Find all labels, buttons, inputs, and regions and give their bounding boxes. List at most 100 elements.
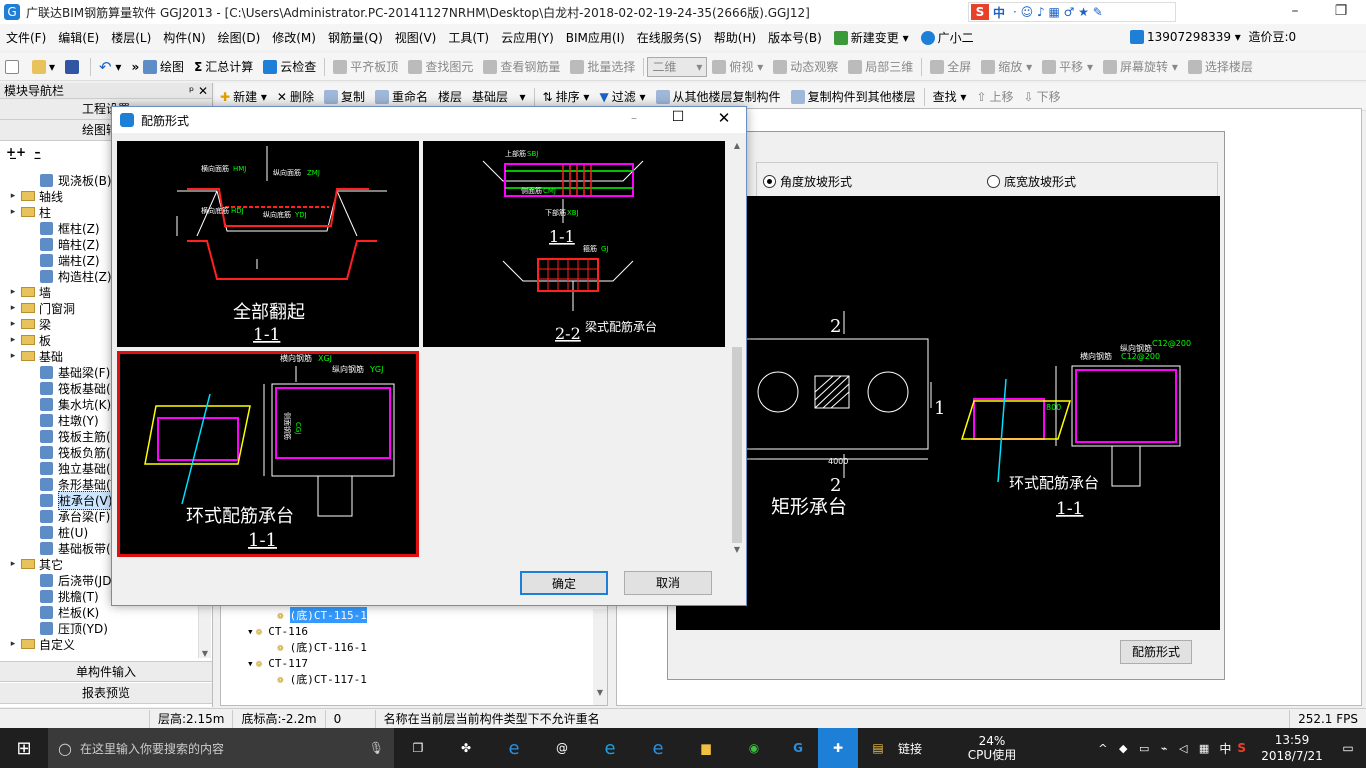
expand-arrow-icon[interactable]: ▸: [8, 303, 18, 313]
sort-button[interactable]: ⇅ 排序 ▾: [538, 88, 595, 105]
expand-arrow-icon[interactable]: ▸: [8, 191, 18, 201]
tree-folder[interactable]: ▸ 梁: [0, 316, 51, 332]
expand-all-icon[interactable]: +̲+: [6, 145, 26, 159]
file-explorer-icon[interactable]: ▆: [682, 741, 730, 755]
ggj-app-icon[interactable]: ✚: [818, 728, 858, 768]
tree-folder[interactable]: ▸ 柱: [0, 204, 51, 220]
dialog-scrollbar[interactable]: ▲ ▼: [730, 141, 744, 557]
tree-folder[interactable]: ▸ 轴线: [0, 188, 63, 204]
option-ring-cap[interactable]: 横向钢筋 XGJ 纵向钢筋 YGJ 侧面钢筋 CGJ 环式配筋承台 1-1: [117, 351, 419, 557]
account-area[interactable]: 13907298339 ▾ 造价豆:0: [1130, 28, 1296, 45]
tree-folder[interactable]: ▸ 基础: [0, 348, 63, 364]
component-scrollbar[interactable]: ▼: [593, 609, 607, 705]
menu-bim[interactable]: BIM应用(I): [560, 29, 631, 46]
tree-item[interactable]: 压顶(YD): [0, 620, 108, 636]
ime-toolbar[interactable]: S 中 · ☺ ♪ ▦ ♂ ★ ✎: [968, 2, 1176, 22]
tree-item[interactable]: 集水坑(K): [0, 396, 111, 412]
tree-folder[interactable]: ▸ 板: [0, 332, 51, 348]
component-row[interactable]: ❁ (底)CT-115-1: [221, 607, 367, 623]
find-element-button[interactable]: 查找图元: [403, 58, 478, 75]
menu-assistant[interactable]: 广小二: [915, 29, 980, 46]
expand-arrow-icon[interactable]: ▸: [8, 351, 18, 361]
tree-item[interactable]: 桩(U): [0, 524, 88, 540]
copy-button[interactable]: 复制: [319, 88, 370, 105]
menu-edit[interactable]: 编辑(E): [52, 29, 105, 46]
browser-360-icon[interactable]: ◉: [730, 741, 778, 755]
filter-button[interactable]: ▼ 过滤 ▾: [594, 88, 650, 105]
rebar-form-button[interactable]: 配筋形式: [1120, 640, 1192, 664]
draw-button[interactable]: » 绘图: [126, 58, 189, 75]
copy-to-floor-button[interactable]: 复制构件到其他楼层: [786, 88, 921, 105]
open-button[interactable]: ▾: [27, 59, 60, 74]
menu-rebar[interactable]: 钢筋量(Q): [322, 29, 389, 46]
collapse-arrow-icon[interactable]: ▾: [247, 657, 254, 670]
menu-modify[interactable]: 修改(M): [266, 29, 322, 46]
scroll-up-icon[interactable]: ▲: [730, 141, 744, 150]
tree-item[interactable]: 后浇带(JD): [0, 572, 116, 588]
tree-item[interactable]: 现浇板(B): [0, 172, 112, 188]
tree-item[interactable]: 暗柱(Z): [0, 236, 100, 252]
tree-item[interactable]: 框柱(Z): [0, 220, 100, 236]
menu-floor[interactable]: 楼层(L): [105, 29, 157, 46]
tray-icons[interactable]: ^ ◆ ▭ ⌁ ◁ ▦: [1098, 742, 1213, 755]
radio-width-slope[interactable]: 底宽放坡形式: [987, 173, 1076, 190]
sum-button[interactable]: Σ 汇总计算: [189, 58, 258, 75]
menu-cloud[interactable]: 云应用(Y): [495, 29, 560, 46]
dialog-close-button[interactable]: ✕: [714, 109, 734, 127]
top-view-button[interactable]: 俯视 ▾: [707, 58, 768, 75]
menu-view[interactable]: 视图(V): [389, 29, 443, 46]
restore-button[interactable]: ❐: [1318, 0, 1364, 24]
scroll-down-icon[interactable]: ▼: [593, 688, 607, 697]
minimize-button[interactable]: –: [1272, 0, 1318, 24]
windows-start-icon[interactable]: ⊞: [0, 738, 48, 759]
tree-item[interactable]: 构造柱(Z): [0, 268, 112, 284]
tree-item[interactable]: 独立基础(D): [0, 460, 125, 476]
option-full-flip[interactable]: 横向面筋 HMJ 纵向面筋 ZMJ 横向底筋 HDJ 纵向底筋 YDJ 全部翻起…: [117, 141, 419, 347]
tree-item[interactable]: 挑檐(T): [0, 588, 99, 604]
scroll-down-icon[interactable]: ▼: [730, 545, 744, 554]
pan-button[interactable]: 平移 ▾: [1037, 58, 1098, 75]
report-preview-button[interactable]: 报表预览: [0, 683, 212, 704]
ok-button[interactable]: 确定: [520, 571, 608, 595]
menu-new-change[interactable]: 新建变更 ▾: [828, 29, 915, 46]
cloud-check-button[interactable]: 云检查: [258, 58, 321, 75]
dialog-maximize-button[interactable]: ☐: [668, 109, 688, 125]
cancel-button[interactable]: 取消: [624, 571, 712, 595]
option-beam-cap[interactable]: 上部筋 SBJ 下部筋 XBJ 侧面筋 CMJ 箍筋 GJ 1-1 2-2 梁式…: [423, 141, 725, 347]
dynamic-view-button[interactable]: 动态观察: [768, 58, 843, 75]
taskbar-link[interactable]: 链接: [898, 740, 938, 757]
dialog-minimize-button[interactable]: –: [624, 111, 644, 125]
save-button[interactable]: [60, 59, 87, 74]
notification-icon[interactable]: ▭: [1330, 741, 1366, 755]
spiral-app-icon[interactable]: @: [538, 741, 586, 755]
tree-item[interactable]: 基础板带(W): [0, 540, 127, 556]
component-row[interactable]: ▾ ❁ CT-116: [221, 623, 308, 639]
expand-arrow-icon[interactable]: ▸: [8, 639, 18, 649]
component-row[interactable]: ❁ (底)CT-117-1: [221, 671, 367, 687]
microphone-icon[interactable]: 🎙: [369, 741, 384, 755]
flat-top-button[interactable]: 平齐板顶: [328, 58, 403, 75]
tree-item[interactable]: 筏板基础(M): [0, 380, 126, 396]
floor-select[interactable]: 基础层 ▾: [467, 88, 530, 105]
view-rebar-button[interactable]: 查看钢筋量: [478, 58, 565, 75]
expand-arrow-icon[interactable]: ▸: [8, 559, 18, 569]
menu-version[interactable]: 版本号(B): [762, 29, 828, 46]
notes-app-icon[interactable]: ▤: [858, 741, 898, 755]
ie-icon-2[interactable]: e: [634, 738, 682, 759]
find-button[interactable]: 查找 ▾: [928, 88, 972, 105]
single-input-button[interactable]: 单构件输入: [0, 661, 212, 682]
new-file-button[interactable]: [0, 59, 27, 74]
sogou-tray-icon[interactable]: S: [1237, 741, 1246, 755]
component-row[interactable]: ▾ ❁ CT-117: [221, 655, 308, 671]
menu-help[interactable]: 帮助(H): [708, 29, 762, 46]
tree-item[interactable]: 栏板(K): [0, 604, 99, 620]
fullscreen-button[interactable]: 全屏: [925, 58, 976, 75]
task-view-icon[interactable]: ❐: [394, 741, 442, 755]
tree-item[interactable]: 筏板负筋(X): [0, 444, 124, 460]
taskbar-search-box[interactable]: ○ 在这里输入你要搜索的内容 🎙: [48, 728, 394, 768]
dialog-titlebar[interactable]: 配筋形式 – ☐ ✕: [112, 107, 746, 133]
tree-folder[interactable]: ▸ 墙: [0, 284, 51, 300]
local-3d-button[interactable]: 局部三维: [843, 58, 918, 75]
tree-item[interactable]: 筏板主筋(R): [0, 428, 124, 444]
zoom-button[interactable]: 缩放 ▾: [976, 58, 1037, 75]
